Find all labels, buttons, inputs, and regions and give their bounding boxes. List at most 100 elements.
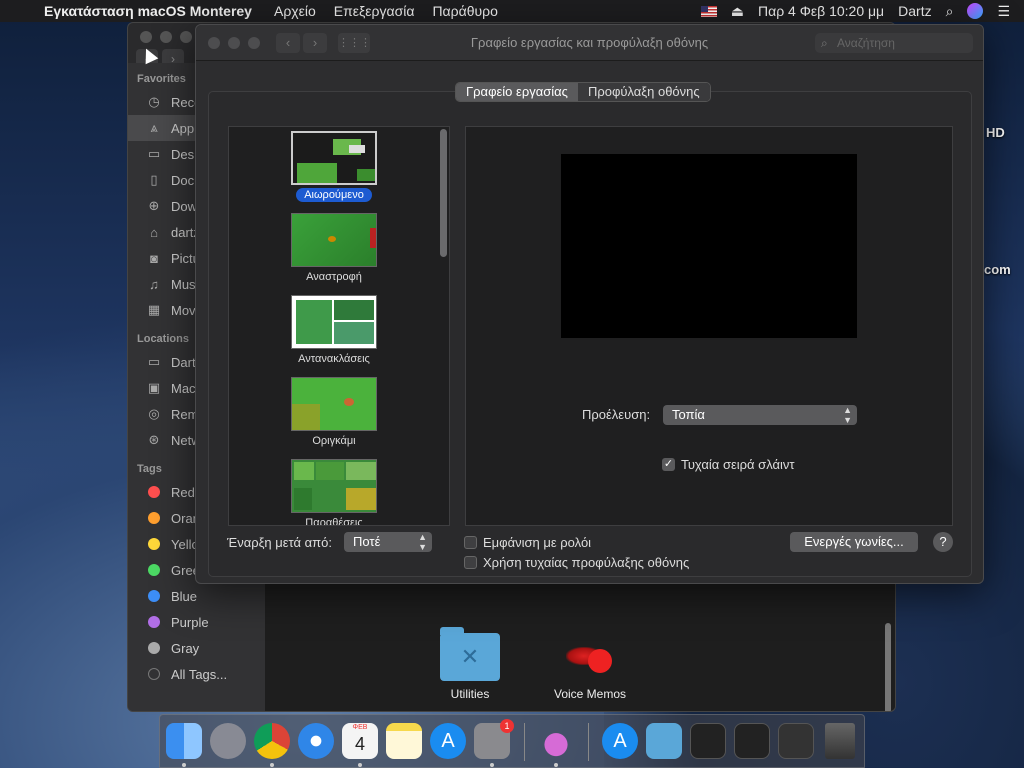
close-icon[interactable] bbox=[140, 31, 152, 43]
screensaver-item-mosaic[interactable]: Παραθέσεις bbox=[229, 459, 439, 526]
file-voice-memos[interactable]: Voice Memos bbox=[540, 633, 640, 701]
file-label: Utilities bbox=[450, 687, 490, 701]
tab-desktop[interactable]: Γραφείο εργασίας bbox=[456, 83, 578, 101]
window-thumbnail-icon[interactable] bbox=[778, 723, 814, 759]
window-titlebar: ‹ › ⋮⋮⋮ Γραφείο εργασίας και προφύλαξη ο… bbox=[196, 25, 983, 61]
screensaver-label: Αιωρούμενο bbox=[296, 188, 372, 202]
sidebar-item-label: Purple bbox=[171, 614, 209, 630]
desktop-screensaver-window: ‹ › ⋮⋮⋮ Γραφείο εργασίας και προφύλαξη ο… bbox=[195, 24, 984, 584]
checkbox-icon bbox=[464, 556, 477, 569]
launchpad-icon[interactable] bbox=[210, 723, 246, 759]
running-indicator bbox=[490, 763, 494, 767]
app-menu-name[interactable]: Εγκατάσταση macOS Monterey bbox=[44, 3, 252, 19]
menu-window[interactable]: Παράθυρο bbox=[432, 3, 497, 19]
screensaver-item-floating[interactable]: Αιωρούμενο bbox=[229, 131, 439, 202]
apps-icon: ⩓ bbox=[150, 120, 158, 135]
random-screensaver-label: Χρήση τυχαίας προφύλαξης οθόνης bbox=[483, 555, 690, 570]
folder-icon[interactable] bbox=[646, 723, 682, 759]
checkmark-icon: ✓ bbox=[662, 458, 675, 471]
start-after-value: Ποτέ bbox=[353, 534, 381, 549]
tag-gray-dot bbox=[148, 642, 160, 654]
zoom-icon[interactable] bbox=[180, 31, 192, 43]
chrome-icon[interactable] bbox=[254, 723, 290, 759]
preview-area: Προέλευση: Τοπία ▲ ▼ ✓ Τυχαία σειρά σλάιν… bbox=[465, 126, 953, 526]
screensaver-panel: Αιωρούμενο Αναστροφή Αντανακλάσεις Οριγκ… bbox=[208, 82, 972, 577]
screensaver-item-origami[interactable]: Οριγκάμι bbox=[229, 377, 439, 448]
music-icon: ♫ bbox=[149, 276, 159, 292]
sidebar-tag-purple[interactable]: Purple bbox=[128, 609, 265, 635]
search-placeholder: Αναζήτηση bbox=[837, 36, 895, 50]
tag-green-dot bbox=[148, 564, 160, 576]
computer-icon: ▭ bbox=[147, 354, 161, 369]
safari-icon[interactable] bbox=[298, 723, 334, 759]
tag-blue-dot bbox=[148, 590, 160, 602]
random-screensaver-checkbox[interactable]: Χρήση τυχαίας προφύλαξης οθόνης bbox=[464, 555, 689, 570]
running-indicator bbox=[182, 763, 186, 767]
menu-file[interactable]: Αρχείο bbox=[274, 3, 316, 19]
running-indicator bbox=[270, 763, 274, 767]
show-clock-checkbox[interactable]: Εμφάνιση με ρολόι bbox=[464, 535, 591, 550]
finder-scrollbar[interactable] bbox=[885, 623, 891, 711]
sidebar-tag-blue[interactable]: Blue bbox=[128, 583, 265, 609]
menu-bar: Εγκατάσταση macOS Monterey Αρχείο Επεξερ… bbox=[0, 0, 1024, 22]
menubar-clock[interactable]: Παρ 4 Φεβ 10:20 μμ bbox=[758, 3, 884, 19]
window-thumbnail-icon[interactable] bbox=[690, 723, 726, 759]
trash-icon[interactable] bbox=[825, 723, 855, 759]
screensaver-item-flip[interactable]: Αναστροφή bbox=[229, 213, 439, 284]
dock: ΦΕΒ 4 A 1 A bbox=[159, 714, 865, 768]
system-preferences-icon[interactable]: 1 bbox=[474, 719, 514, 759]
screensaver-label: Αντανακλάσεις bbox=[298, 353, 370, 365]
source-select[interactable]: Τοπία ▲ ▼ bbox=[663, 405, 857, 425]
menubar-user[interactable]: Dartz bbox=[898, 3, 931, 19]
eject-icon[interactable]: ⏏ bbox=[731, 3, 744, 20]
stepper-arrows-icon: ▲ ▼ bbox=[418, 532, 427, 552]
dock-separator bbox=[524, 723, 525, 761]
download-icon: ⊕ bbox=[148, 198, 160, 213]
tag-purple-dot bbox=[148, 616, 160, 628]
calendar-icon[interactable]: ΦΕΒ 4 bbox=[342, 723, 378, 759]
tab-bar: Γραφείο εργασίας Προφύλαξη οθόνης bbox=[455, 82, 711, 102]
tag-red-dot bbox=[148, 486, 160, 498]
app-store-icon[interactable]: A bbox=[430, 723, 466, 759]
clock-icon: ◷ bbox=[148, 94, 160, 109]
screensaver-list[interactable]: Αιωρούμενο Αναστροφή Αντανακλάσεις Οριγκ… bbox=[228, 126, 450, 526]
menu-edit[interactable]: Επεξεργασία bbox=[334, 3, 415, 19]
magnifier-icon: ⌕ bbox=[821, 36, 828, 50]
desktop-item-label[interactable]: com bbox=[984, 262, 1011, 277]
notes-icon[interactable] bbox=[386, 723, 422, 759]
help-button[interactable]: ? bbox=[933, 532, 953, 552]
list-scrollbar[interactable] bbox=[440, 129, 447, 257]
film-icon: ▦ bbox=[147, 302, 161, 317]
sidebar-tag-gray[interactable]: Gray bbox=[128, 635, 265, 661]
show-clock-label: Εμφάνιση με ρολόι bbox=[483, 535, 592, 550]
input-source-flag-icon[interactable] bbox=[700, 5, 717, 17]
network-icon: ⊛ bbox=[148, 432, 160, 447]
finder-window-controls bbox=[140, 31, 192, 43]
macos-installer-icon[interactable] bbox=[538, 723, 574, 759]
desktop-drive-label[interactable]: HD bbox=[986, 125, 1005, 140]
calendar-month: ΦΕΒ bbox=[352, 724, 368, 731]
file-utilities[interactable]: ✕ Utilities bbox=[420, 627, 520, 701]
shuffle-checkbox[interactable]: ✓ Τυχαία σειρά σλάιντ bbox=[662, 457, 795, 472]
app-store-download-icon[interactable]: A bbox=[602, 723, 638, 759]
screensaver-item-reflections[interactable]: Αντανακλάσεις bbox=[229, 295, 439, 366]
screensaver-label: Παραθέσεις bbox=[305, 517, 363, 526]
control-center-icon[interactable]: ☰ bbox=[997, 3, 1010, 20]
screensaver-label: Αναστροφή bbox=[306, 271, 362, 283]
hot-corners-button[interactable]: Ενεργές γωνίες... bbox=[790, 532, 918, 552]
file-label: Voice Memos bbox=[553, 687, 627, 701]
window-thumbnail-icon[interactable] bbox=[734, 723, 770, 759]
source-value: Τοπία bbox=[672, 407, 705, 422]
document-icon: ▯ bbox=[150, 172, 158, 187]
finder-icon[interactable] bbox=[166, 723, 202, 759]
sidebar-item-label: All Tags... bbox=[171, 666, 228, 682]
siri-icon[interactable] bbox=[967, 3, 984, 19]
tab-screensaver[interactable]: Προφύλαξη οθόνης bbox=[577, 83, 710, 101]
folder-tools-icon: ✕ bbox=[440, 627, 500, 681]
search-input[interactable]: ⌕ Αναζήτηση bbox=[815, 33, 973, 53]
start-after-select[interactable]: Ποτέ ▲ ▼ bbox=[344, 532, 432, 552]
magnifier-icon[interactable]: ⌕ bbox=[946, 3, 954, 20]
sidebar-item-label: Red bbox=[171, 484, 195, 500]
minimize-icon[interactable] bbox=[160, 31, 172, 43]
sidebar-all-tags[interactable]: All Tags... bbox=[128, 661, 265, 687]
